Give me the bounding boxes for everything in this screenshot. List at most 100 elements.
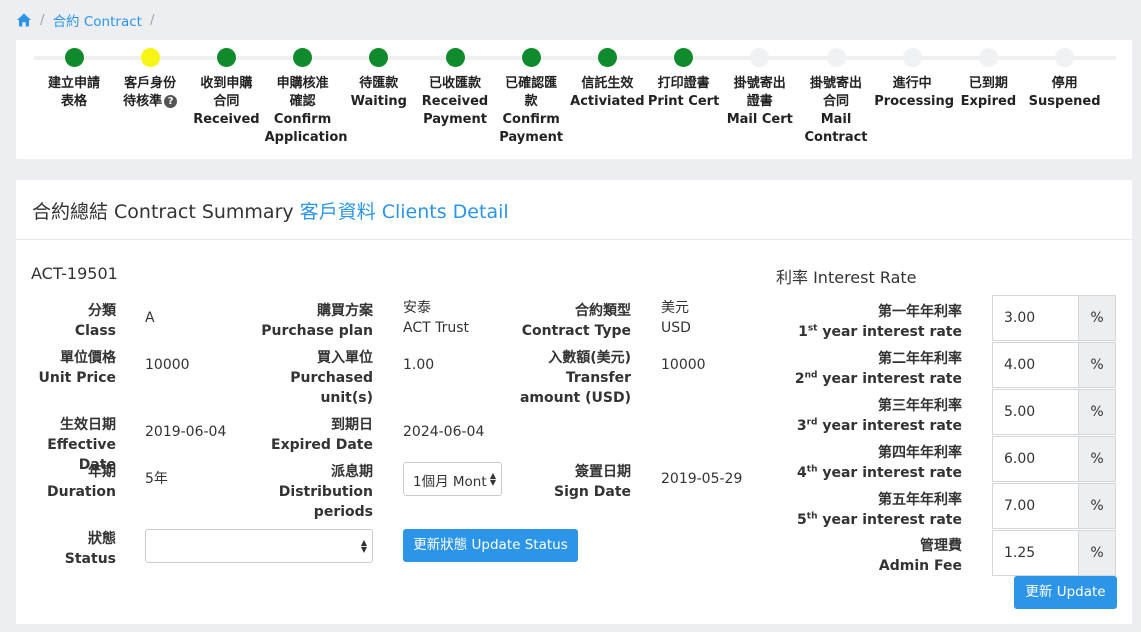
- progress-step: 進行中 Processing: [874, 48, 955, 111]
- interest-rate-input[interactable]: 3.00: [993, 296, 1079, 340]
- class-value: A: [145, 310, 155, 326]
- interest-rate-label: 第四年年利率 4th year interest rate: [797, 445, 962, 481]
- step-label-line: Suspened: [1028, 94, 1101, 109]
- contract-type-value: 美元 USD: [661, 300, 691, 336]
- percent-addon: %: [1078, 437, 1115, 481]
- percent-addon: %: [1078, 531, 1115, 575]
- step-label: 收到申購 合同 Received: [188, 75, 264, 129]
- progress-step: 待匯款 Waiting: [341, 48, 417, 111]
- step-label-line: Payment: [423, 112, 487, 127]
- clients-detail-link[interactable]: 客戶資料 Clients Detail: [300, 201, 509, 223]
- step-label-line: 待核準?: [112, 93, 188, 111]
- transfer-amount-value: 10000: [661, 357, 706, 373]
- update-status-button[interactable]: 更新狀態 Update Status: [403, 529, 578, 562]
- step-status-dot: [64, 48, 84, 67]
- step-label-line: Payment: [499, 130, 564, 145]
- step-label-line: Application: [264, 130, 348, 145]
- select-arrows-icon: ▲ ▼: [489, 471, 496, 487]
- step-label: 已到期 Expired: [950, 75, 1026, 111]
- interest-rate-input[interactable]: 5.00: [993, 390, 1079, 434]
- expired-date-label: 到期日 Expired Date: [271, 417, 373, 453]
- progress-step: 掛號寄出證書 Mail Cert: [722, 48, 798, 129]
- distribution-periods-label: 派息期 Distribution periods: [278, 464, 373, 520]
- interest-rate-input[interactable]: 4.00: [993, 343, 1079, 387]
- breadcrumb-separator: /: [40, 12, 45, 28]
- step-label-line: Expired: [960, 94, 1017, 109]
- admin-fee-input[interactable]: 1.25: [993, 531, 1079, 575]
- progress-step: 信託生效 Activiated: [569, 48, 645, 111]
- distribution-period-select[interactable]: 1個月 Month ▲ ▼: [403, 462, 502, 496]
- breadcrumb-separator: /: [149, 12, 155, 28]
- percent-addon: %: [1078, 296, 1115, 340]
- admin-fee-label: 管理費 Admin Fee: [878, 538, 962, 574]
- interest-rate-heading: 利率 Interest Rate: [776, 268, 917, 287]
- step-label-line: Confirm: [502, 112, 560, 127]
- step-status-dot: [902, 48, 922, 67]
- purchase-plan-label: 購買方案 Purchase plan: [261, 303, 373, 339]
- percent-addon: %: [1078, 390, 1115, 434]
- step-label-line: 掛號寄出: [733, 76, 786, 91]
- percent-addon: %: [1078, 484, 1115, 528]
- step-label-line: Mail: [820, 112, 852, 127]
- step-label-line: 確認: [289, 94, 316, 109]
- step-label-line: Contract: [804, 130, 868, 145]
- progress-step: 申購核准確認 Confirm Application: [264, 48, 348, 147]
- interest-rate-label: 第五年年利率 5th year interest rate: [797, 492, 962, 528]
- contract-type-label: 合約類型 Contract Type: [521, 303, 631, 339]
- step-label: 申購核准確認 Confirm Application: [264, 75, 348, 147]
- breadcrumb-contract-link[interactable]: 合約 Contract: [53, 10, 142, 30]
- transfer-amount-label: 入數額(美元) Transfer amount (USD): [519, 350, 631, 406]
- step-status-dot: [293, 48, 313, 67]
- step-label-line: 申購核准: [276, 76, 329, 91]
- purchased-units-label: 買入單位 Purchased unit(s): [290, 350, 373, 406]
- sign-date-label: 簽置日期 Sign Date: [554, 464, 631, 500]
- purchased-units-value: 1.00: [403, 357, 435, 373]
- progress-step: 建立申請 表格: [36, 48, 112, 111]
- home-icon[interactable]: [16, 12, 32, 28]
- step-label-line: 信託生效: [581, 76, 634, 91]
- step-label-line: 客戶身份: [124, 76, 177, 91]
- step-label-line: 打印證書: [657, 76, 710, 91]
- progress-step: 客戶身份待核準?: [112, 48, 188, 111]
- step-label-line: 建立申請: [47, 76, 100, 91]
- step-label-line: 已確認匯: [505, 76, 558, 91]
- step-label-line: 合同: [822, 94, 849, 109]
- step-label-line: Processing: [874, 94, 955, 109]
- step-label: 掛號寄出證書 Mail Cert: [722, 75, 798, 129]
- step-label-line: Waiting: [350, 94, 407, 109]
- progress-step: 已收匯款 Received Payment: [417, 48, 493, 129]
- step-label: 待匯款 Waiting: [341, 75, 417, 111]
- duration-value: 5年: [145, 471, 168, 487]
- step-label: 進行中 Processing: [874, 75, 955, 111]
- step-label-line: 停用: [1051, 76, 1078, 91]
- interest-rate-input-group: 6.00%: [992, 436, 1116, 482]
- step-label-line: Activiated: [570, 94, 645, 109]
- admin-fee-input-group: 1.25 %: [992, 530, 1116, 576]
- status-label: 狀態 Status: [64, 531, 116, 567]
- step-label: 已收匯款 Received Payment: [417, 75, 493, 129]
- contract-summary-panel: 合約總結 Contract Summary 客戶資料 Clients Detai…: [16, 180, 1132, 624]
- status-select[interactable]: ▲ ▼: [145, 529, 373, 563]
- step-label-line: Confirm: [273, 112, 332, 127]
- step-label-line: Mail Cert: [726, 112, 793, 127]
- step-label-line: 證書: [746, 94, 773, 109]
- step-label: 停用 Suspened: [1027, 75, 1103, 111]
- update-interest-button[interactable]: 更新 Update: [1014, 576, 1117, 609]
- interest-rate-input-group: 4.00%: [992, 342, 1116, 388]
- class-label: 分類 Class: [74, 303, 116, 339]
- step-label: 信託生效 Activiated: [569, 75, 645, 111]
- step-label: 打印證書 Print Cert: [646, 75, 722, 111]
- interest-rate-input[interactable]: 6.00: [993, 437, 1079, 481]
- progress-step: 打印證書 Print Cert: [646, 48, 722, 111]
- interest-rate-input[interactable]: 7.00: [993, 484, 1079, 528]
- step-label-line: 合同: [213, 94, 240, 109]
- account-number: ACT-19501: [31, 264, 118, 283]
- step-label: 建立申請 表格: [36, 75, 112, 111]
- help-icon[interactable]: ?: [164, 95, 178, 108]
- step-status-dot: [674, 48, 694, 67]
- effective-date-value: 2019-06-04: [145, 424, 227, 440]
- progress-step: 已到期 Expired: [950, 48, 1026, 111]
- duration-label: 年期 Duration: [46, 464, 116, 500]
- interest-rate-label: 第一年年利率 1st year interest rate: [798, 304, 962, 340]
- summary-header: 合約總結 Contract Summary 客戶資料 Clients Detai…: [16, 180, 1132, 240]
